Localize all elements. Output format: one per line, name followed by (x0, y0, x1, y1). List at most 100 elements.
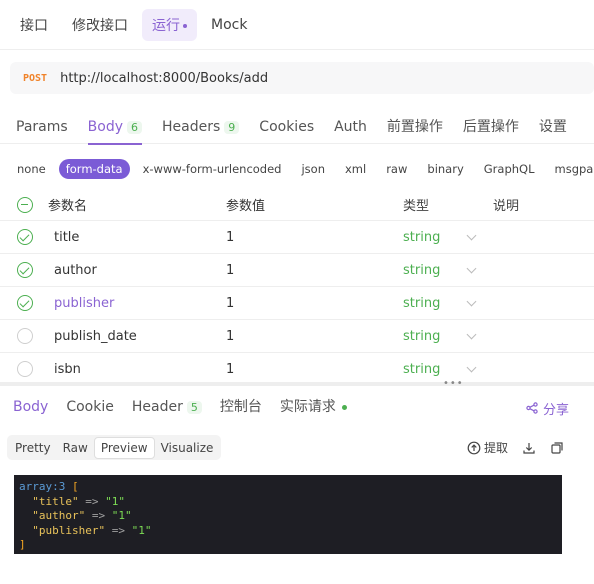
tab-pre-ops[interactable]: 前置操作 (387, 112, 443, 144)
download-button[interactable] (522, 441, 536, 455)
body-type-json[interactable]: json (294, 159, 332, 179)
body-type-urlencoded[interactable]: x-www-form-urlencoded (136, 159, 289, 179)
http-method[interactable]: POST (23, 73, 47, 84)
col-header-name: 参数名 (48, 199, 88, 214)
params-table-header: 参数名 参数值 类型 说明 (0, 189, 594, 221)
resp-tab-console[interactable]: 控制台 (220, 393, 262, 423)
share-label: 分享 (542, 402, 569, 418)
params-table: 参数名 参数值 类型 说明 title 1 string author 1 st… (0, 189, 594, 386)
top-tab-bar: 接口 修改接口 运行 Mock (0, 0, 594, 50)
response-tools: 提取 (453, 435, 564, 460)
tab-headers[interactable]: Headers 9 (162, 112, 240, 144)
param-value[interactable]: 1 (226, 287, 234, 319)
checkbox-unchecked-icon[interactable] (17, 328, 33, 344)
panel-splitter[interactable] (0, 382, 594, 386)
open-bracket: [ (71, 480, 79, 493)
unsaved-dot-icon (183, 23, 187, 28)
extract-label: 提取 (483, 441, 508, 455)
chevron-down-icon[interactable] (466, 263, 477, 273)
body-type-binary[interactable]: binary (420, 159, 470, 179)
param-type[interactable]: string (403, 353, 440, 385)
param-type[interactable]: string (403, 221, 440, 253)
param-name[interactable]: publish_date (54, 320, 137, 352)
param-name[interactable]: title (54, 221, 79, 253)
body-type-xml[interactable]: xml (338, 159, 373, 179)
resp-tab-actual-request[interactable]: 实际请求 (280, 393, 347, 423)
tab-auth[interactable]: Auth (334, 112, 367, 144)
entry-arrow: => (85, 494, 99, 508)
col-header-desc: 说明 (493, 199, 520, 214)
response-tab-bar: Body Cookie Header 5 控制台 实际请求 分享 (0, 393, 594, 423)
tab-edit-interface[interactable]: 修改接口 (62, 9, 138, 41)
status-dot-icon (341, 404, 347, 410)
array-type: array:3 (19, 480, 66, 493)
header-count-badge: 5 (186, 401, 202, 414)
body-type-graphql[interactable]: GraphQL (477, 159, 542, 179)
drag-handle-icon[interactable]: ••• (443, 378, 464, 389)
table-row: publish_date 1 string (0, 320, 594, 353)
param-type[interactable]: string (403, 320, 440, 352)
chevron-down-icon[interactable] (466, 230, 477, 240)
entry-value: "1" (105, 494, 125, 508)
checkbox-checked-icon[interactable] (17, 295, 33, 311)
tab-run[interactable]: 运行 (142, 8, 197, 41)
url-input[interactable]: http://localhost:8000/Books/add (60, 71, 268, 86)
entry-arrow: => (111, 523, 125, 537)
tab-body[interactable]: Body 6 (87, 112, 143, 145)
entry-arrow: => (91, 509, 106, 522)
tab-cookies[interactable]: Cookies (259, 112, 314, 144)
table-row: publisher 1 string (0, 287, 594, 320)
col-header-value: 参数值 (226, 199, 266, 214)
body-type-form-data[interactable]: form-data (58, 159, 130, 179)
view-mode-preview[interactable]: Preview (93, 436, 155, 459)
copy-icon (551, 441, 563, 454)
chevron-down-icon[interactable] (466, 329, 477, 339)
resp-tab-cookie[interactable]: Cookie (66, 393, 114, 423)
param-name[interactable]: isbn (54, 353, 81, 385)
param-type[interactable]: string (403, 287, 440, 319)
tab-params[interactable]: Params (16, 112, 68, 144)
toggle-all-icon[interactable] (17, 196, 33, 213)
param-value[interactable]: 1 (226, 221, 234, 253)
entry-value: "1" (131, 523, 152, 537)
tab-settings[interactable]: 设置 (539, 112, 567, 144)
resp-tab-header[interactable]: Header 5 (132, 393, 202, 423)
body-type-none[interactable]: none (10, 159, 53, 179)
chevron-down-icon[interactable] (466, 296, 477, 306)
resp-tab-body[interactable]: Body (13, 393, 48, 423)
download-icon (523, 442, 535, 454)
tab-interface[interactable]: 接口 (10, 9, 58, 41)
chevron-down-icon[interactable] (466, 362, 477, 372)
view-mode-pretty[interactable]: Pretty (9, 438, 57, 458)
tab-headers-label: Headers (162, 118, 221, 135)
body-type-msgpack[interactable]: msgpack (548, 159, 594, 179)
table-row: title 1 string (0, 221, 594, 254)
view-mode-raw[interactable]: Raw (57, 438, 94, 458)
entry-key: "author" (32, 509, 86, 522)
entry-key: "publisher" (32, 523, 106, 537)
view-mode-visualize[interactable]: Visualize (155, 438, 220, 458)
col-header-type: 类型 (403, 199, 430, 214)
checkbox-checked-icon[interactable] (17, 262, 33, 278)
extract-button[interactable]: 提取 (467, 439, 508, 456)
copy-button[interactable] (550, 441, 564, 455)
close-bracket: ] (19, 538, 26, 551)
request-tab-bar: Params Body 6 Headers 9 Cookies Auth 前置操作 … (0, 112, 594, 145)
entry-key: "title" (32, 494, 79, 508)
tab-mock[interactable]: Mock (201, 11, 257, 39)
param-value[interactable]: 1 (226, 353, 234, 385)
table-row: author 1 string (0, 254, 594, 287)
param-name[interactable]: author (54, 254, 97, 286)
headers-count-badge: 9 (224, 120, 240, 134)
checkbox-unchecked-icon[interactable] (17, 361, 33, 377)
share-icon (526, 402, 538, 414)
param-type[interactable]: string (403, 254, 440, 286)
param-value[interactable]: 1 (226, 320, 234, 352)
param-name[interactable]: publisher (54, 287, 114, 319)
url-bar: POST http://localhost:8000/Books/add (10, 62, 594, 94)
checkbox-checked-icon[interactable] (17, 229, 33, 245)
param-value[interactable]: 1 (226, 254, 234, 286)
share-button[interactable]: 分享 (526, 393, 569, 423)
body-type-raw[interactable]: raw (379, 159, 414, 179)
tab-post-ops[interactable]: 后置操作 (463, 112, 519, 144)
